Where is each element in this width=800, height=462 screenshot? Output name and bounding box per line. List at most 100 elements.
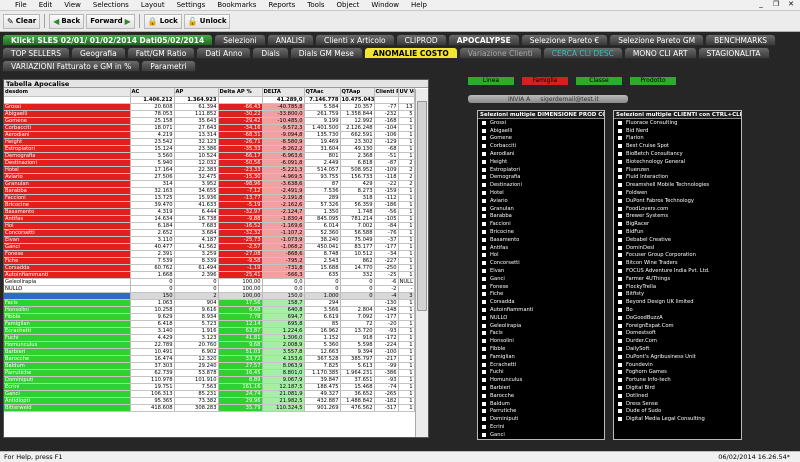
list-item[interactable]: Granulan (478, 205, 604, 213)
checkbox-icon[interactable] (482, 222, 486, 227)
menu-item-reports[interactable]: Reports (262, 1, 301, 9)
table-row[interactable]: Homunculus 22.789 20.760 9,68 2.008,9 5.360 5.… (4, 341, 415, 349)
list-item[interactable]: Dotlined (614, 392, 741, 400)
checkbox-icon[interactable] (618, 308, 622, 313)
checkbox-icon[interactable] (482, 432, 486, 437)
list-item[interactable]: Bo (614, 306, 741, 314)
table-row[interactable]: Height 23.542 32.123 -26,71 -8.580,9 19.469 23… (4, 138, 415, 146)
tab-row2-3[interactable]: Dati Anno (196, 47, 252, 59)
tab-row1-1[interactable]: Selezioni (214, 34, 266, 46)
menu-item-tools[interactable]: Tools (301, 1, 330, 9)
restore-icon[interactable]: ❐ (771, 0, 781, 8)
list-item[interactable]: Fortune Info-tech (614, 376, 741, 384)
list-item[interactable]: DailySoft (614, 345, 741, 353)
checkbox-icon[interactable] (482, 253, 486, 258)
menu-item-layout[interactable]: Layout (135, 1, 171, 9)
table-row[interactable]: Aerodiani 4.219 13.314 -68,31 -9.094,8 135.73… (4, 131, 415, 139)
list-item[interactable]: Estropiatori (478, 166, 604, 174)
column-header[interactable]: Delta AP % (218, 88, 263, 97)
list-item[interactable]: Foldwen (614, 189, 741, 197)
table-row[interactable]: Fiche 7.539 8.339 -9,58 -795,2 2.543 862 -227 1 (4, 257, 415, 265)
column-header[interactable]: UV Vend GG (398, 88, 415, 97)
clear-button[interactable]: ✎ Clear (3, 13, 41, 29)
tab-row2-1[interactable]: Geografia (70, 47, 126, 59)
list-item[interactable]: NULLO (478, 314, 604, 322)
checkbox-icon[interactable] (482, 323, 486, 328)
list-item[interactable]: Grossi (478, 119, 604, 127)
checkbox-icon[interactable] (482, 401, 486, 406)
list-item[interactable]: BidFun (614, 228, 741, 236)
table-row[interactable]: Barocche 16.474 12.320 33,72 4.153,6 367.528 3… (4, 355, 415, 363)
list-item[interactable]: Homunculus (478, 376, 604, 384)
checkbox-icon[interactable] (482, 276, 486, 281)
table-row[interactable]: 150 2 100,00 150,0 1.000 0 -4 3 (4, 292, 415, 300)
table-row[interactable]: Bricocine 39.470 41.633 -5,19 -2.162,6 57.326… (4, 201, 415, 209)
list-item[interactable]: Digital Media Legal Consulting (614, 415, 741, 423)
column-header[interactable]: DELTA (262, 88, 305, 97)
checkbox-icon[interactable] (482, 300, 486, 305)
tab-row2-4[interactable]: Dials (252, 47, 289, 59)
tab-row3-1[interactable]: Parametri (141, 60, 196, 72)
menu-item-object[interactable]: Object (331, 1, 366, 9)
table-row[interactable]: Demografia 3.560 10.524 -66,17 -6.963,6 801 2.… (4, 152, 415, 160)
checkbox-icon[interactable] (482, 292, 486, 297)
table-row[interactable]: Fuchi 4.429 3.123 41,81 1.306,0 1.152 918 -172 1 (4, 334, 415, 342)
checkbox-icon[interactable] (618, 120, 622, 125)
checkbox-icon[interactable] (482, 362, 486, 367)
list-item[interactable]: DoGoodBuzzA (614, 314, 741, 322)
list-item[interactable]: BigRacer (614, 220, 741, 228)
menu-item-view[interactable]: View (58, 1, 87, 9)
checkbox-icon[interactable] (618, 417, 622, 422)
forward-button[interactable]: Forward ▶ (86, 13, 135, 29)
table-row[interactable]: Ecrachetti 3.140 1.916 63,87 1.224,6 16.962 13… (4, 327, 415, 335)
list-item[interactable]: Foundevin (614, 361, 741, 369)
checkbox-icon[interactable] (482, 354, 486, 359)
dimension-button-classe[interactable]: Classe (576, 77, 622, 85)
checkbox-icon[interactable] (482, 385, 486, 390)
checkbox-icon[interactable] (482, 206, 486, 211)
checkbox-icon[interactable] (618, 175, 622, 180)
checkbox-icon[interactable] (482, 175, 486, 180)
checkbox-icon[interactable] (482, 237, 486, 242)
menu-item-edit[interactable]: Edit (33, 1, 59, 9)
table-row[interactable]: Antidiopti 95.365 73.382 29,96 21.982,5 432.8… (4, 397, 415, 405)
table-row[interactable]: Parrutiche 62.739 53.878 16,45 8.801,0 1.170.… (4, 369, 415, 377)
unlock-button[interactable]: 🔓 Unlock (183, 13, 231, 29)
list-item[interactable]: Brewer Systems (614, 213, 741, 221)
list-item[interactable]: Beyond Design UK limited (614, 298, 741, 306)
list-item[interactable]: Corbacciti (478, 142, 604, 150)
checkbox-icon[interactable] (482, 245, 486, 250)
list-item[interactable]: Bitcon Wine Traders (614, 259, 741, 267)
column-header[interactable]: AC (130, 88, 175, 97)
checkbox-icon[interactable] (482, 198, 486, 203)
checkbox-icon[interactable] (482, 393, 486, 398)
checkbox-icon[interactable] (618, 206, 622, 211)
checkbox-icon[interactable] (618, 331, 622, 336)
menu-item-settings[interactable]: Settings (171, 1, 212, 9)
checkbox-icon[interactable] (618, 401, 622, 406)
list-item[interactable]: Foghorn Games (614, 369, 741, 377)
list-item[interactable]: Destinazioni (478, 181, 604, 189)
checkbox-icon[interactable] (618, 144, 622, 149)
lock-button[interactable]: 🔒 Lock (143, 13, 182, 29)
checkbox-icon[interactable] (482, 378, 486, 383)
list-item[interactable]: FlockyTrella (614, 283, 741, 291)
checkbox-icon[interactable] (618, 393, 622, 398)
checkbox-icon[interactable] (618, 152, 622, 157)
list-item[interactable]: Gomene (478, 135, 604, 143)
checkbox-icon[interactable] (482, 152, 486, 157)
list-item[interactable]: Biotechnology General (614, 158, 741, 166)
tab-row1-7[interactable]: Selezione Pareto GM (609, 34, 705, 46)
table-scrollbar[interactable] (415, 89, 428, 437)
list-item[interactable]: Bid Nerd (614, 127, 741, 135)
list-item[interactable]: Baldum (478, 400, 604, 408)
list-item[interactable]: Geleolirapia (478, 322, 604, 330)
list-item[interactable]: Famiglian (478, 353, 604, 361)
list-item[interactable]: Barocche (478, 392, 604, 400)
list-item[interactable]: Dreamshell Mobile Technologies (614, 181, 741, 189)
table-row[interactable]: Famiglian 6.418 5.723 12,14 695,8 85 72 -20 1 (4, 320, 415, 328)
list-item[interactable]: Dress Sense (614, 400, 741, 408)
list-item[interactable]: FOCUS Adventure India Pvt. Ltd. (614, 267, 741, 275)
list-item[interactable]: Dominiputi (478, 415, 604, 423)
list-item[interactable]: Hol (478, 252, 604, 260)
